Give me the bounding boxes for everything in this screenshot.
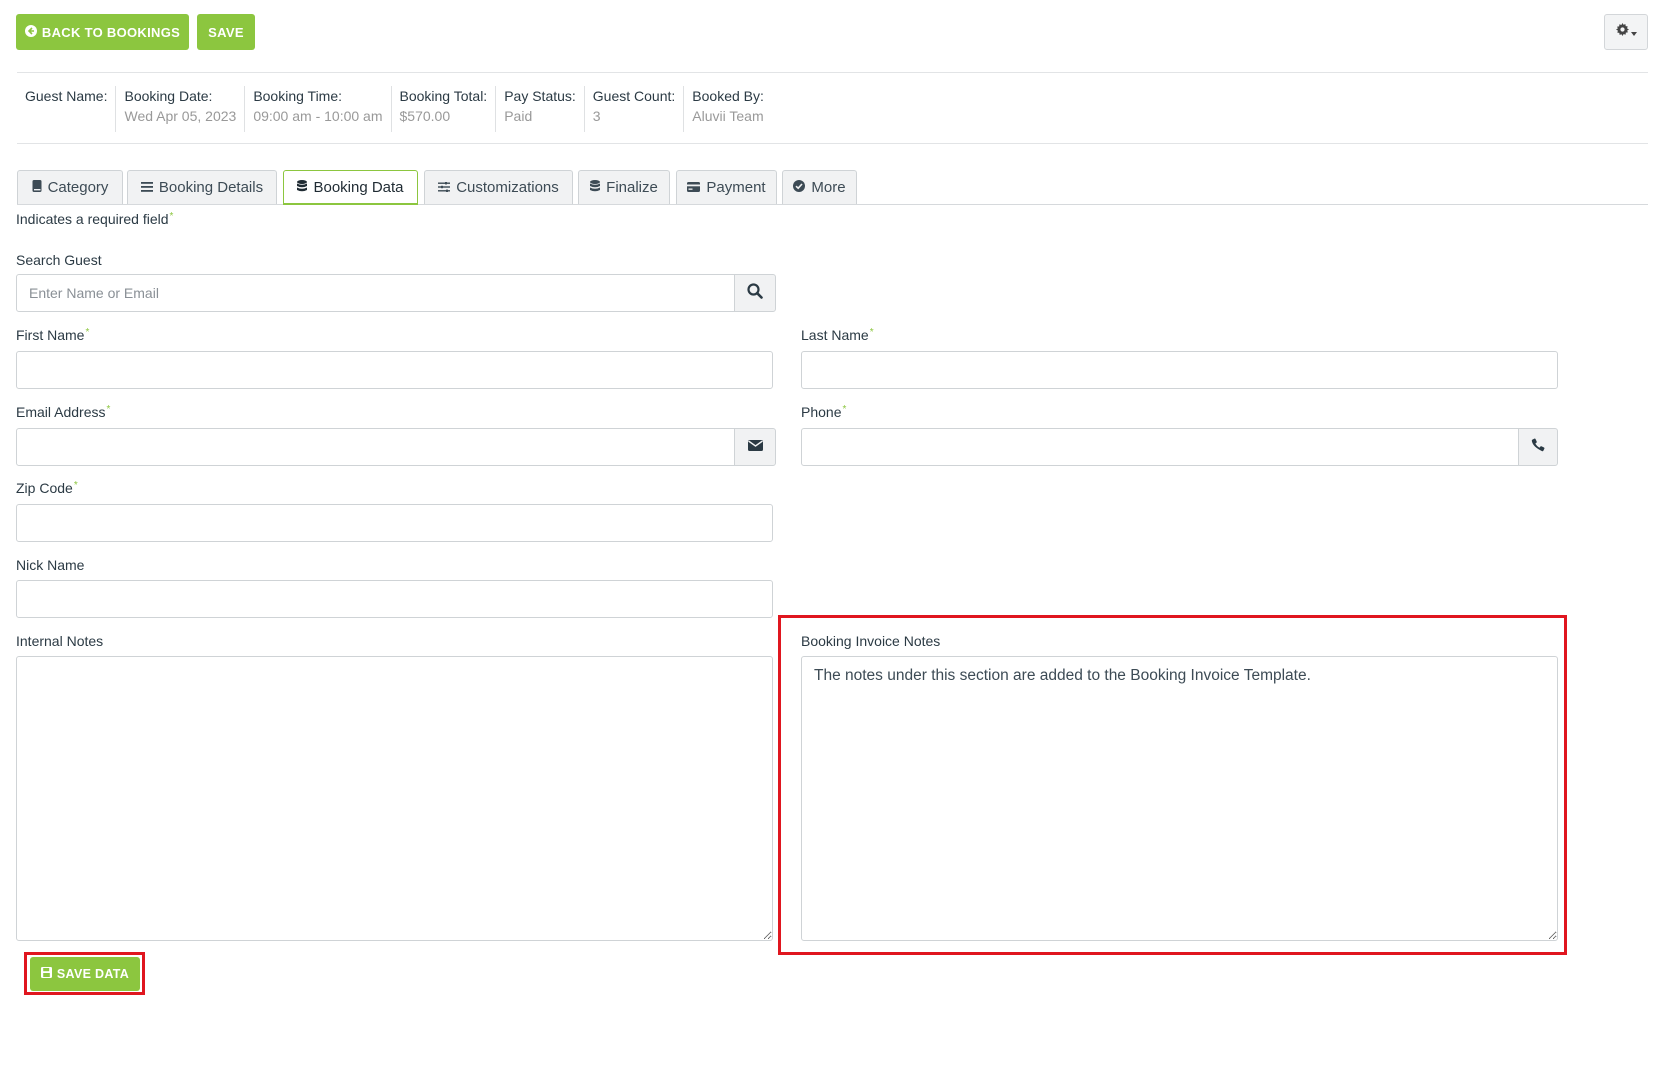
summary-value: 3 bbox=[592, 108, 601, 124]
list-icon bbox=[140, 179, 153, 196]
save-data-button[interactable]: SAVE DATA bbox=[30, 957, 140, 991]
internal-notes-label: Internal Notes bbox=[16, 633, 104, 649]
tab-customizations[interactable]: Customizations bbox=[424, 170, 573, 204]
email-label-text: Email Address bbox=[16, 404, 106, 420]
required-asterisk: * bbox=[169, 211, 174, 222]
summary-booking-total: Booking Total: $570.00 bbox=[390, 86, 496, 132]
tab-label: Booking Details bbox=[158, 179, 264, 196]
summary-pay-status: Pay Status: Paid bbox=[495, 86, 584, 132]
phone-addon bbox=[1518, 428, 1558, 466]
zip-code-label: Zip Code* bbox=[16, 480, 78, 496]
tab-label: Customizations bbox=[456, 179, 559, 196]
arrow-circle-left-icon bbox=[24, 24, 37, 40]
sliders-icon bbox=[438, 179, 451, 196]
caret-down-icon bbox=[1630, 23, 1637, 41]
tab-finalize[interactable]: Finalize bbox=[578, 170, 670, 204]
credit-card-icon bbox=[687, 179, 701, 196]
summary-value: Wed Apr 05, 2023 bbox=[124, 108, 237, 124]
last-name-label-text: Last Name bbox=[801, 327, 869, 343]
summary-booking-date: Booking Date: Wed Apr 05, 2023 bbox=[115, 86, 244, 132]
first-name-field[interactable] bbox=[16, 351, 773, 389]
summary-guest-name: Guest Name: bbox=[17, 86, 115, 132]
phone-icon bbox=[1531, 438, 1545, 457]
last-name-field[interactable] bbox=[801, 351, 1558, 389]
nick-name-label: Nick Name bbox=[16, 557, 85, 573]
required-note-text: Indicates a required field bbox=[16, 211, 169, 227]
floppy-disk-icon bbox=[40, 967, 52, 981]
settings-dropdown-button[interactable] bbox=[1604, 14, 1648, 50]
save-data-label: SAVE DATA bbox=[56, 967, 130, 981]
first-name-label: First Name* bbox=[16, 327, 89, 343]
summary-label: Booking Time: bbox=[253, 88, 343, 104]
required-field-note: Indicates a required field* bbox=[16, 211, 173, 227]
back-to-bookings-label: BACK TO BOOKINGS bbox=[41, 24, 181, 40]
booking-summary: Guest Name: Booking Date: Wed Apr 05, 20… bbox=[17, 86, 772, 132]
nick-name-field[interactable] bbox=[16, 580, 773, 618]
required-asterisk: * bbox=[106, 404, 111, 415]
database-icon bbox=[590, 179, 601, 196]
phone-field[interactable] bbox=[801, 428, 1520, 466]
booking-invoice-notes-textarea[interactable]: The notes under this section are added t… bbox=[801, 656, 1558, 941]
tab-more[interactable]: More bbox=[782, 170, 857, 204]
summary-label: Booking Total: bbox=[399, 88, 488, 104]
check-circle-icon bbox=[793, 179, 806, 196]
required-asterisk: * bbox=[73, 480, 78, 491]
gear-icon bbox=[1615, 23, 1629, 41]
save-label: SAVE bbox=[208, 24, 244, 40]
tab-label: Booking Data bbox=[313, 178, 404, 196]
first-name-label-text: First Name bbox=[16, 327, 85, 343]
summary-label: Booked By: bbox=[692, 88, 764, 104]
divider bbox=[17, 143, 1648, 144]
email-addon bbox=[734, 428, 776, 466]
internal-notes-textarea[interactable] bbox=[16, 656, 773, 941]
search-guest-input[interactable] bbox=[16, 274, 735, 312]
search-icon bbox=[747, 282, 763, 304]
divider bbox=[17, 72, 1648, 73]
search-button[interactable] bbox=[734, 274, 776, 312]
email-field[interactable] bbox=[16, 428, 735, 466]
search-guest-label: Search Guest bbox=[16, 252, 102, 268]
summary-value: Paid bbox=[504, 108, 533, 124]
tab-booking-details[interactable]: Booking Details bbox=[127, 170, 277, 204]
zip-code-field[interactable] bbox=[16, 504, 773, 542]
summary-label: Guest Name: bbox=[25, 88, 108, 104]
tab-payment[interactable]: Payment bbox=[676, 170, 777, 204]
summary-label: Pay Status: bbox=[504, 88, 576, 104]
zip-label-text: Zip Code bbox=[16, 480, 73, 496]
summary-guest-count: Guest Count: 3 bbox=[583, 86, 684, 132]
email-label: Email Address* bbox=[16, 404, 110, 420]
phone-label: Phone* bbox=[801, 404, 846, 420]
database-icon bbox=[297, 179, 308, 196]
tab-category[interactable]: Category bbox=[17, 170, 123, 204]
save-button[interactable]: SAVE bbox=[197, 14, 255, 50]
required-asterisk: * bbox=[869, 327, 874, 338]
summary-value: $570.00 bbox=[399, 108, 451, 124]
phone-label-text: Phone bbox=[801, 404, 842, 420]
tab-booking-data[interactable]: Booking Data bbox=[283, 170, 418, 205]
tab-label: Payment bbox=[706, 179, 766, 196]
tab-label: Finalize bbox=[606, 179, 658, 196]
booking-tabs: Category Booking Details Booking Data Cu… bbox=[17, 170, 1648, 205]
last-name-label: Last Name* bbox=[801, 327, 874, 343]
summary-label: Booking Date: bbox=[124, 88, 213, 104]
tab-label: Category bbox=[47, 179, 109, 196]
summary-label: Guest Count: bbox=[592, 88, 676, 104]
required-asterisk: * bbox=[842, 404, 847, 415]
envelope-icon bbox=[747, 438, 763, 456]
back-to-bookings-button[interactable]: BACK TO BOOKINGS bbox=[16, 14, 189, 50]
required-asterisk: * bbox=[85, 327, 90, 338]
booking-invoice-notes-label: Booking Invoice Notes bbox=[801, 633, 941, 649]
summary-booking-time: Booking Time: 09:00 am - 10:00 am bbox=[244, 86, 390, 132]
tab-label: More bbox=[811, 179, 846, 196]
book-icon bbox=[32, 179, 42, 196]
summary-booked-by: Booked By: Aluvii Team bbox=[683, 86, 772, 132]
summary-value: 09:00 am - 10:00 am bbox=[253, 108, 383, 124]
summary-value: Aluvii Team bbox=[692, 108, 764, 124]
